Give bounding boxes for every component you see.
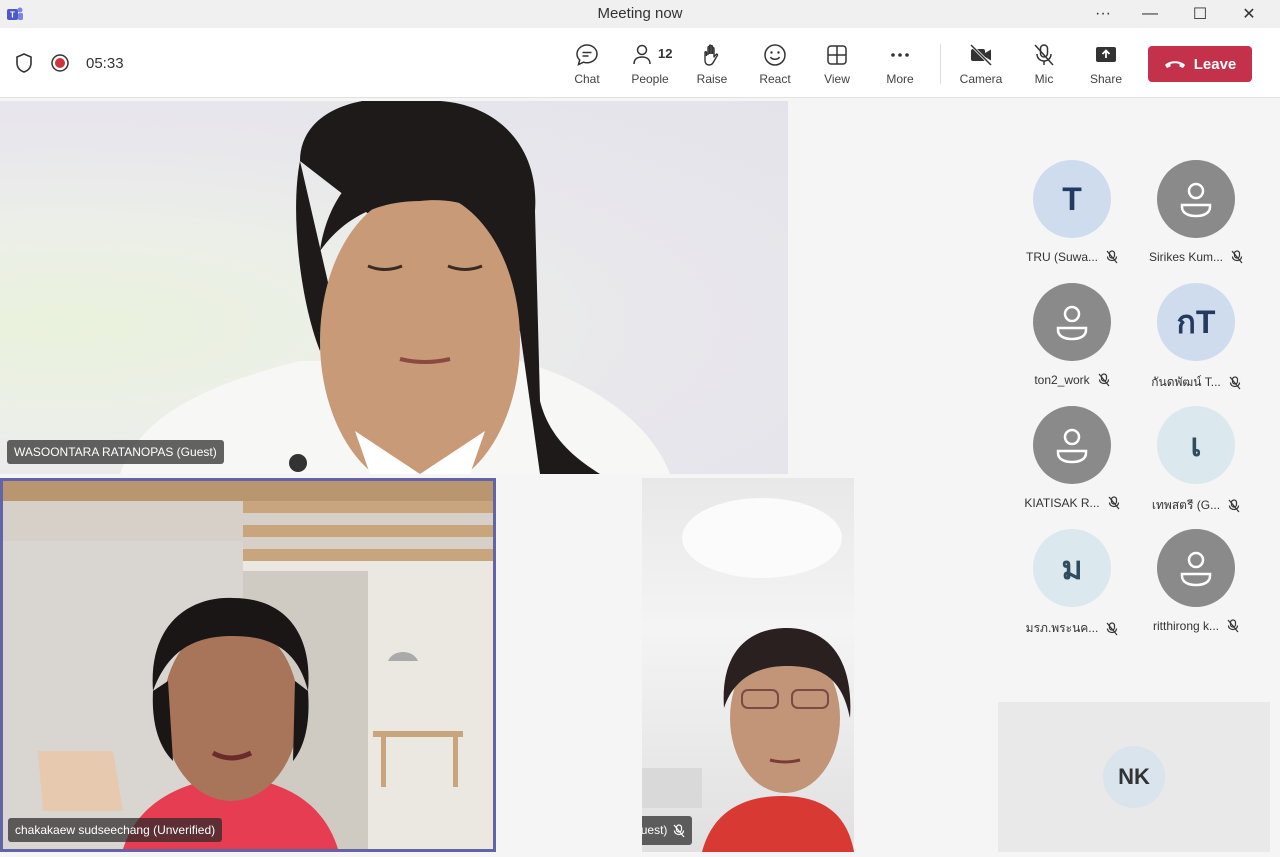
mic-button[interactable]: Mic xyxy=(1014,42,1074,86)
participant-tile[interactable]: KIATISAK R... xyxy=(1007,406,1137,526)
camera-off-icon xyxy=(969,43,993,67)
participant-name-tag: chakakaew sudseechang (Unverified) xyxy=(8,818,223,842)
view-button[interactable]: View xyxy=(807,42,867,86)
share-label: Share xyxy=(1089,72,1123,86)
avatar: กT xyxy=(1157,283,1235,361)
raise-hand-button[interactable]: Raise xyxy=(682,42,742,86)
mic-off-icon xyxy=(1034,44,1054,66)
participant-name: WASOONTARA RATANOPAS (Guest) xyxy=(14,445,217,459)
participant-name: KIATISAK R... xyxy=(1024,496,1100,510)
people-count-badge: 12 xyxy=(658,46,673,61)
react-label: React xyxy=(759,72,791,86)
person-placeholder-icon xyxy=(1180,182,1212,218)
share-screen-icon xyxy=(1096,47,1116,62)
person-placeholder-icon xyxy=(1056,428,1088,464)
participant-name: Sirikes Kum... xyxy=(1148,250,1223,264)
avatar xyxy=(1157,160,1235,238)
grid-view-icon xyxy=(827,45,847,65)
camera-button[interactable]: Camera xyxy=(951,42,1011,86)
participant-name: TRU (Suwa... xyxy=(1025,250,1098,264)
more-label: More xyxy=(886,72,914,86)
chat-icon xyxy=(576,44,598,66)
person-placeholder-icon xyxy=(1180,551,1212,587)
toolbar-divider xyxy=(940,44,941,84)
camera-label: Camera xyxy=(959,72,1003,86)
mic-off-icon xyxy=(1108,496,1120,510)
more-button[interactable]: More xyxy=(870,42,930,86)
avatar xyxy=(1157,529,1235,607)
participant-video-pattana xyxy=(642,498,854,852)
overflow-participants-tile[interactable]: NK xyxy=(998,702,1270,852)
person-placeholder-icon xyxy=(1056,305,1088,341)
smiley-icon xyxy=(764,44,786,66)
people-button[interactable]: 12 People xyxy=(620,42,680,86)
window-more-button[interactable]: ··· xyxy=(1080,0,1126,28)
participant-name: มรภ.พระนค... xyxy=(1025,621,1099,635)
raise-label: Raise xyxy=(696,72,728,86)
meeting-timer: 05:33 xyxy=(86,54,124,72)
shield-icon[interactable] xyxy=(14,52,34,74)
participant-name-tag: อ.ดร.พัฒนา นาคทอง (Guest) xyxy=(642,816,693,845)
mic-label: Mic xyxy=(1034,72,1054,86)
mic-off-icon xyxy=(1231,250,1243,264)
chat-label: Chat xyxy=(574,72,600,86)
participant-tile[interactable]: Sirikes Kum... xyxy=(1131,160,1261,280)
participant-tile[interactable]: ม มรภ.พระนค... xyxy=(1007,529,1137,649)
active-speaker-video-tile[interactable]: chakakaew sudseechang (Unverified) xyxy=(0,478,496,852)
avatar: NK xyxy=(1103,746,1165,808)
more-dots-icon xyxy=(891,53,909,57)
participant-tile[interactable]: ritthirong k... xyxy=(1131,529,1261,649)
participants-gallery: T TRU (Suwa... Sirikes Kum... ton2_work … xyxy=(998,100,1278,700)
participant-tile[interactable]: T TRU (Suwa... xyxy=(1007,160,1137,280)
mic-off-icon xyxy=(673,823,685,837)
react-button[interactable]: React xyxy=(745,42,805,86)
participant-video-wasoontara xyxy=(120,101,670,474)
mic-off-icon xyxy=(1106,621,1118,635)
close-window-button[interactable]: ✕ xyxy=(1226,0,1272,28)
participant-video-chakakaew xyxy=(3,481,493,849)
avatar xyxy=(1033,406,1111,484)
participant-tile[interactable]: ton2_work xyxy=(1007,283,1137,403)
avatar: เ xyxy=(1157,406,1235,484)
avatar xyxy=(1033,283,1111,361)
title-bar: T Meeting now ··· — ☐ ✕ xyxy=(0,0,1280,28)
video-tile-pattana[interactable]: อ.ดร.พัฒนา นาคทอง (Guest) xyxy=(642,478,854,852)
mic-off-icon xyxy=(1227,619,1239,633)
participant-tile[interactable]: กT กันดพัฒน์ T... xyxy=(1131,283,1261,403)
meeting-toolbar: 05:33 Chat 12 People Raise React View Mo… xyxy=(0,28,1280,98)
share-button[interactable]: Share xyxy=(1076,42,1136,86)
view-label: View xyxy=(824,72,850,86)
participant-tile[interactable]: เ เทพสตรี (G... xyxy=(1131,406,1261,526)
mic-off-icon xyxy=(1106,250,1118,264)
mic-off-icon xyxy=(1228,498,1240,512)
participant-name: กันดพัฒน์ T... xyxy=(1151,375,1221,389)
chat-button[interactable]: Chat xyxy=(557,42,617,86)
minimize-button[interactable]: — xyxy=(1127,0,1173,28)
participant-name: ritthirong k... xyxy=(1152,619,1220,633)
hang-up-icon xyxy=(1164,61,1185,68)
participant-name: อ.ดร.พัฒนา นาคทอง (Guest) xyxy=(642,823,668,837)
avatar: ม xyxy=(1033,529,1111,607)
avatar: T xyxy=(1033,160,1111,238)
maximize-button[interactable]: ☐ xyxy=(1177,0,1223,28)
mic-off-icon xyxy=(1098,373,1110,387)
main-video-tile[interactable]: WASOONTARA RATANOPAS (Guest) xyxy=(0,101,788,474)
participant-name-tag: WASOONTARA RATANOPAS (Guest) xyxy=(7,440,224,464)
participant-name: ton2_work xyxy=(1034,373,1090,387)
leave-button[interactable]: Leave xyxy=(1148,46,1252,82)
people-label: People xyxy=(631,72,669,86)
raise-hand-icon xyxy=(704,44,719,66)
leave-label: Leave xyxy=(1193,55,1237,73)
mic-off-icon xyxy=(1229,375,1241,389)
participant-name: chakakaew sudseechang (Unverified) xyxy=(15,823,216,837)
recording-icon xyxy=(51,54,69,72)
people-icon xyxy=(633,44,651,65)
participant-name: เทพสตรี (G... xyxy=(1151,498,1221,512)
